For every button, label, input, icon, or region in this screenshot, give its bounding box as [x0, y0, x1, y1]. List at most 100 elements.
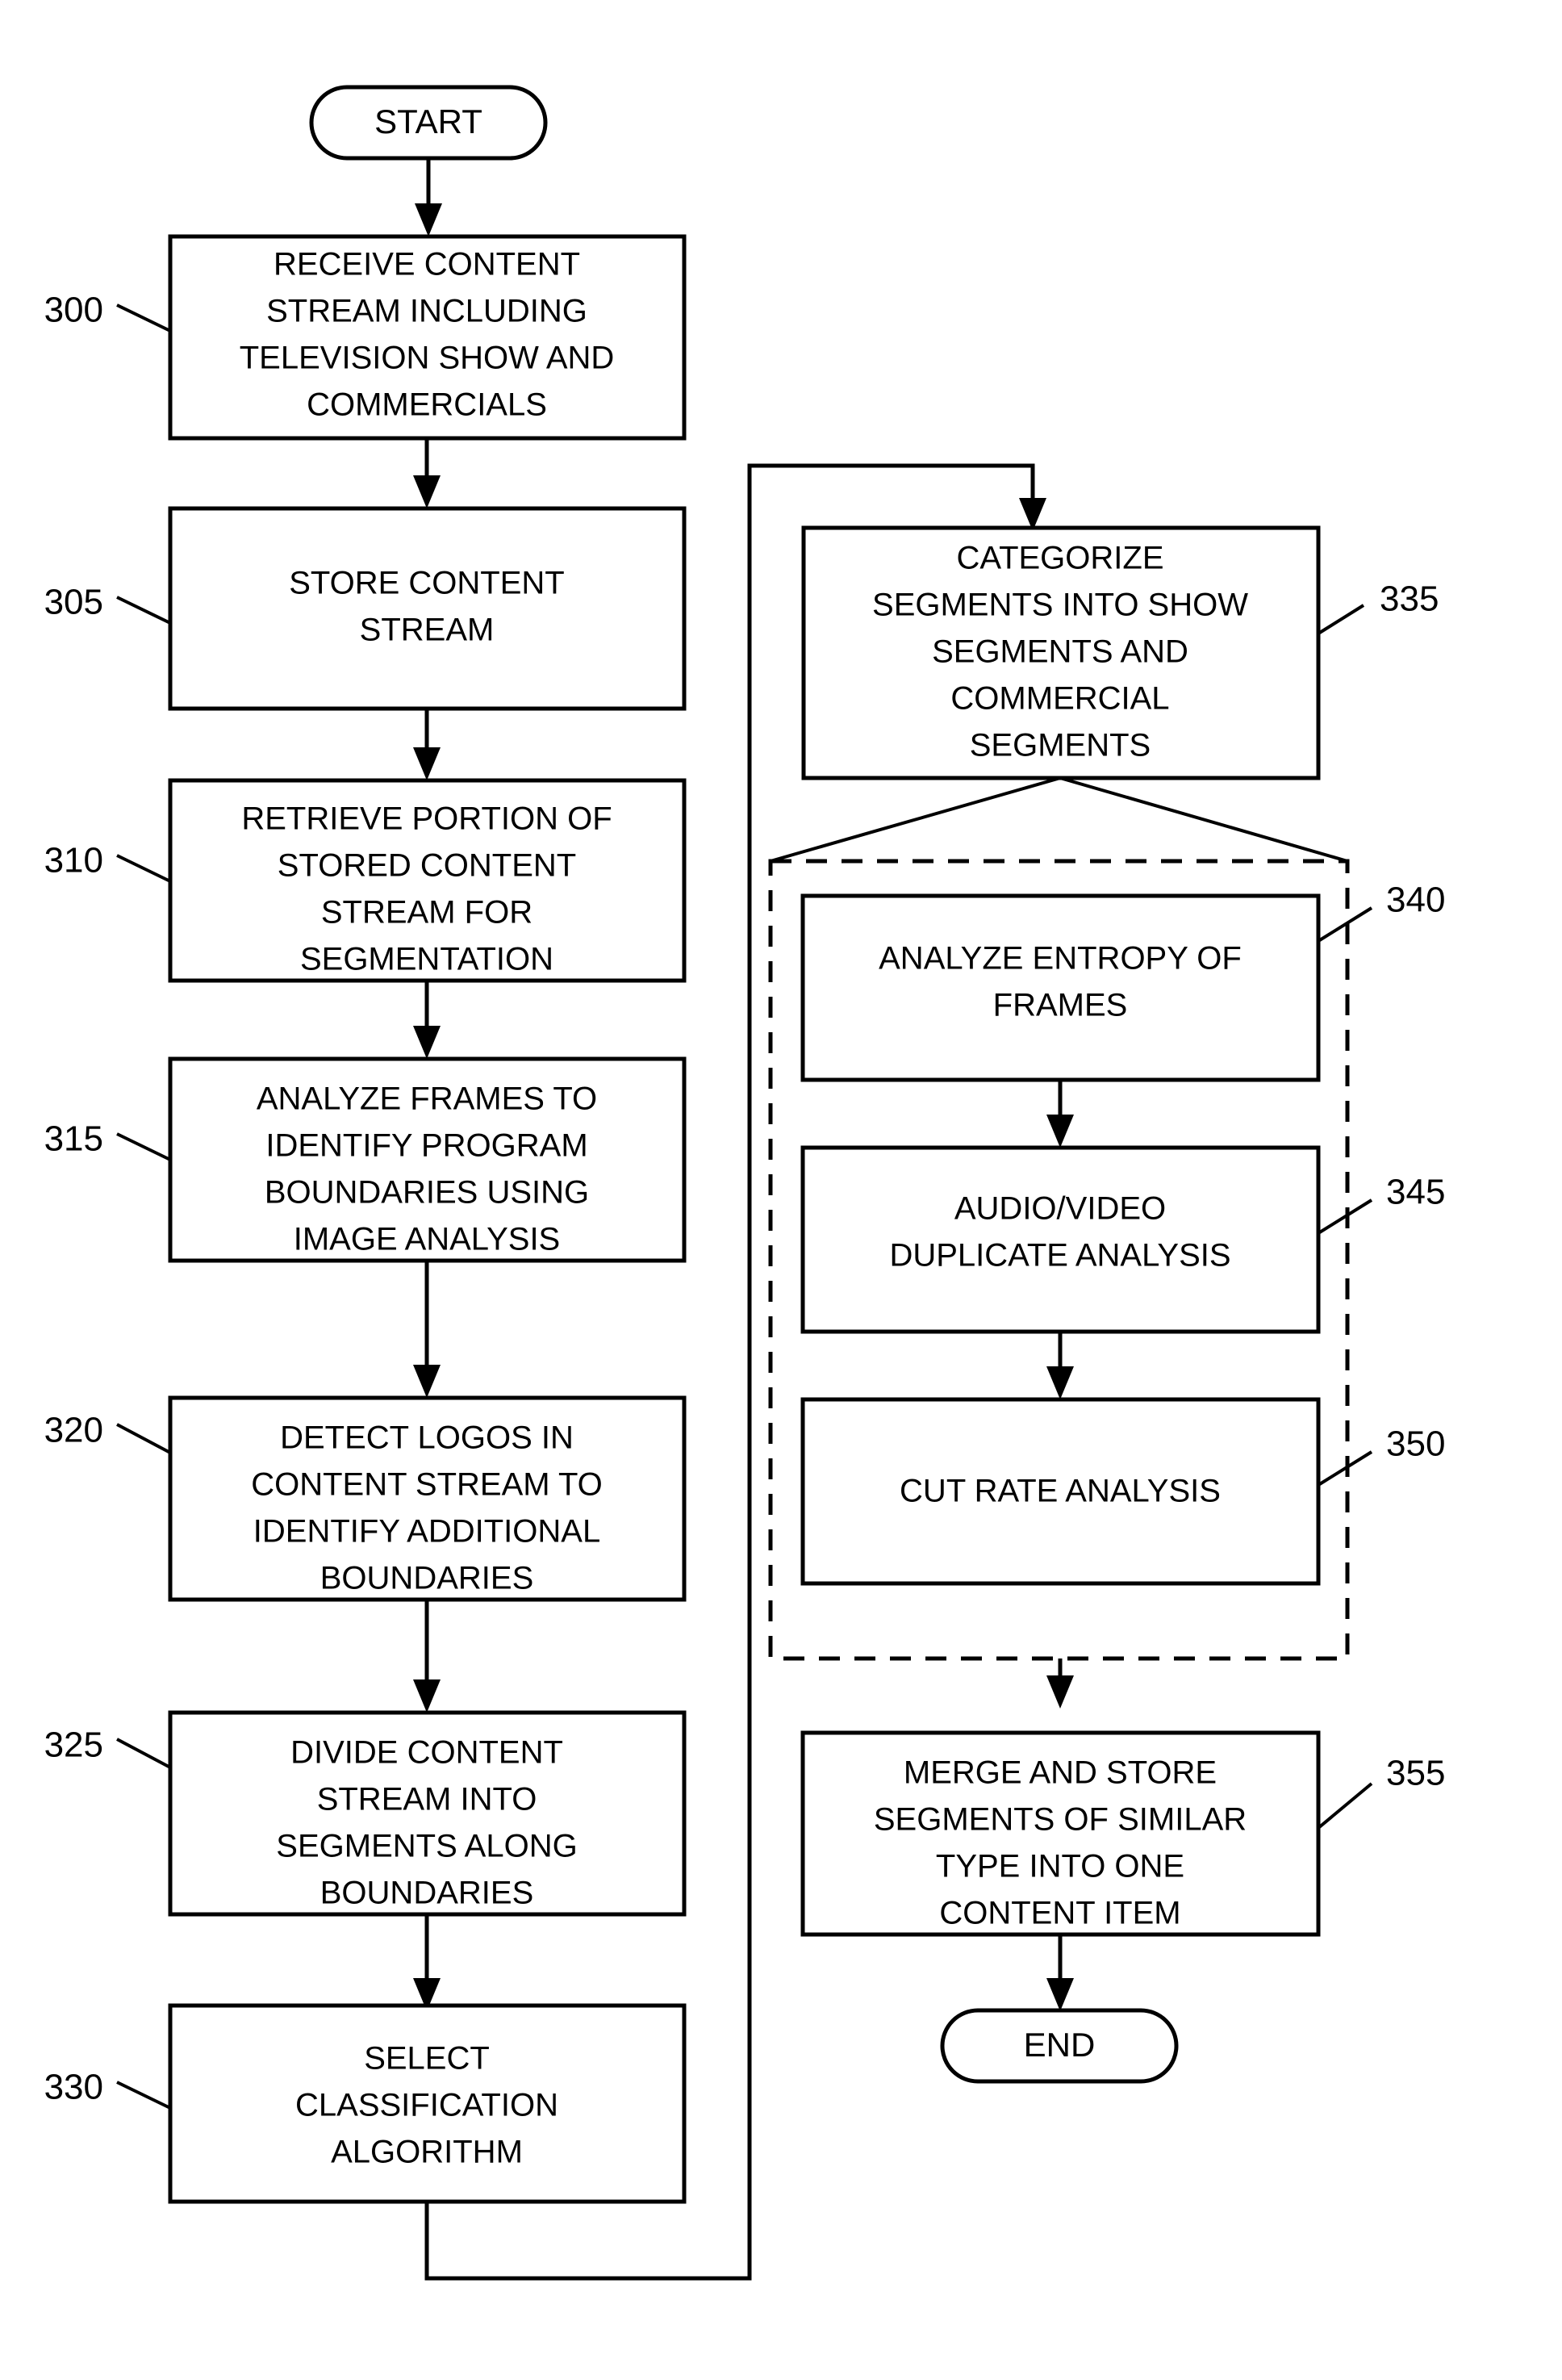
- arrow-head: [413, 1026, 441, 1059]
- reference-leader-330: 330: [44, 2068, 171, 2110]
- start-label: START: [374, 102, 482, 140]
- connector-325-to-330: [413, 1914, 441, 2011]
- reference-number-340: 340: [1386, 880, 1445, 920]
- reference-number-355: 355: [1386, 1754, 1445, 1793]
- box-320-line-2: IDENTIFY ADDITIONAL: [253, 1514, 600, 1550]
- reference-number-300: 300: [44, 291, 103, 330]
- arrow-head: [1046, 1675, 1074, 1709]
- reference-number-320: 320: [44, 1411, 103, 1450]
- end-label: END: [1024, 2026, 1096, 2064]
- connector-305-to-310: [413, 709, 441, 780]
- connector-345-to-350: [1046, 1332, 1074, 1399]
- reference-leader-355: 355: [1317, 1754, 1445, 1830]
- process-box-355: MERGE AND STORE SEGMENTS OF SIMILAR TYPE…: [800, 1730, 1321, 1937]
- reference-number-310: 310: [44, 841, 103, 880]
- box-340-line-1: FRAMES: [993, 988, 1128, 1023]
- arrow-head: [413, 1365, 441, 1398]
- box-335-line-2: SEGMENTS AND: [932, 634, 1188, 670]
- reference-number-330: 330: [44, 2068, 103, 2107]
- box-315-line-3: IMAGE ANALYSIS: [294, 1222, 561, 1257]
- connector-group-to-355: [1046, 1658, 1074, 1709]
- process-box-330: SELECT CLASSIFICATION ALGORITHM: [168, 2003, 687, 2204]
- connector-300-to-305: [413, 438, 441, 508]
- reference-leader-315: 315: [44, 1119, 171, 1161]
- box-355-line-1: SEGMENTS OF SIMILAR: [874, 1802, 1247, 1838]
- reference-leader-325: 325: [44, 1725, 171, 1769]
- arrow-head: [1046, 1115, 1074, 1148]
- box-335-line-0: CATEGORIZE: [956, 541, 1163, 576]
- connector-320-to-325: [413, 1600, 441, 1713]
- reference-leader-310: 310: [44, 841, 171, 883]
- reference-number-315: 315: [44, 1119, 103, 1159]
- connector-start-to-300: [415, 158, 442, 236]
- box-325-line-1: STREAM INTO: [317, 1782, 537, 1817]
- process-box-340: ANALYZE ENTROPY OF FRAMES: [800, 893, 1321, 1082]
- arrow-head: [1046, 1366, 1074, 1399]
- box-330-line-1: CLASSIFICATION: [295, 2088, 558, 2123]
- process-box-310: RETRIEVE PORTION OF STORED CONTENT STREA…: [168, 778, 687, 983]
- reference-number-350: 350: [1386, 1424, 1445, 1464]
- connector-315-to-320: [413, 1261, 441, 1398]
- reference-leader-335: 335: [1317, 579, 1439, 635]
- reference-number-335: 335: [1380, 579, 1439, 619]
- box-320-line-0: DETECT LOGOS IN: [280, 1420, 574, 1456]
- process-box-320: DETECT LOGOS IN CONTENT STREAM TO IDENTI…: [168, 1395, 687, 1602]
- box-335-line-3: COMMERCIAL: [950, 681, 1169, 717]
- box-310-line-0: RETRIEVE PORTION OF: [241, 801, 612, 837]
- box-330-line-0: SELECT: [364, 2041, 490, 2077]
- flowchart-svg: START RECEIVE CONTENT STREAM INCLUDING T…: [44, 85, 1445, 2281]
- process-box-300: RECEIVE CONTENT STREAM INCLUDING TELEVIS…: [168, 234, 687, 441]
- box-300-line-1: STREAM INCLUDING: [266, 294, 587, 329]
- box-300-line-2: TELEVISION SHOW AND: [240, 341, 615, 376]
- reference-number-325: 325: [44, 1725, 103, 1765]
- box-300-line-0: RECEIVE CONTENT: [274, 247, 580, 282]
- box-355-line-2: TYPE INTO ONE: [936, 1849, 1184, 1884]
- box-325-line-0: DIVIDE CONTENT: [290, 1735, 563, 1771]
- connector-340-to-345: [1046, 1080, 1074, 1148]
- process-box-345: AUDIO/VIDEO DUPLICATE ANALYSIS: [800, 1145, 1321, 1334]
- box-345-line-1: DUPLICATE ANALYSIS: [889, 1238, 1230, 1274]
- process-box-335: CATEGORIZE SEGMENTS INTO SHOW SEGMENTS A…: [801, 525, 1321, 780]
- connector-355-to-end: [1046, 1935, 1074, 2011]
- reference-leader-305: 305: [44, 583, 171, 625]
- box-325-line-2: SEGMENTS ALONG: [276, 1829, 577, 1864]
- reference-leader-320: 320: [44, 1411, 171, 1454]
- box-315-line-0: ANALYZE FRAMES TO: [257, 1081, 597, 1117]
- process-box-305: STORE CONTENT STREAM: [168, 506, 687, 711]
- box-320-line-3: BOUNDARIES: [320, 1561, 534, 1596]
- box-300-line-3: COMMERCIALS: [307, 387, 547, 423]
- reference-leader-300: 300: [44, 291, 171, 333]
- terminator-end: END: [940, 2008, 1179, 2084]
- figure-canvas: START RECEIVE CONTENT STREAM INCLUDING T…: [0, 0, 1562, 2380]
- box-330-line-2: ALGORITHM: [331, 2135, 523, 2170]
- fan-connector-335-to-group: [770, 776, 1348, 863]
- process-box-350: CUT RATE ANALYSIS: [800, 1397, 1321, 1586]
- box-305-shape: [168, 506, 687, 711]
- box-340-line-0: ANALYZE ENTROPY OF: [879, 941, 1242, 977]
- box-315-line-2: BOUNDARIES USING: [265, 1175, 589, 1211]
- reference-number-305: 305: [44, 583, 103, 622]
- box-320-line-1: CONTENT STREAM TO: [251, 1467, 603, 1503]
- box-310-line-2: STREAM FOR: [321, 895, 532, 931]
- box-305-line-0: STORE CONTENT: [289, 566, 565, 601]
- box-350-line-0: CUT RATE ANALYSIS: [900, 1474, 1221, 1509]
- reference-number-345: 345: [1386, 1173, 1445, 1212]
- box-305-line-1: STREAM: [360, 613, 495, 648]
- reference-leader-340: 340: [1317, 880, 1445, 943]
- box-325-line-3: BOUNDARIES: [320, 1876, 534, 1911]
- connector-310-to-315: [413, 981, 441, 1059]
- box-310-line-1: STORED CONTENT: [278, 848, 576, 884]
- reference-leader-350: 350: [1317, 1424, 1445, 1487]
- arrow-head: [413, 475, 441, 508]
- box-315-line-1: IDENTIFY PROGRAM: [265, 1128, 587, 1164]
- reference-leader-345: 345: [1317, 1173, 1445, 1235]
- box-355-line-0: MERGE AND STORE: [904, 1755, 1217, 1791]
- box-310-line-3: SEGMENTATION: [300, 942, 553, 977]
- box-335-line-4: SEGMENTS: [970, 728, 1151, 763]
- arrow-head: [413, 747, 441, 780]
- box-335-line-1: SEGMENTS INTO SHOW: [872, 588, 1248, 623]
- arrow-head: [415, 203, 442, 236]
- box-345-line-0: AUDIO/VIDEO: [954, 1191, 1166, 1227]
- arrow-head: [413, 1679, 441, 1713]
- arrow-head: [1046, 1978, 1074, 2011]
